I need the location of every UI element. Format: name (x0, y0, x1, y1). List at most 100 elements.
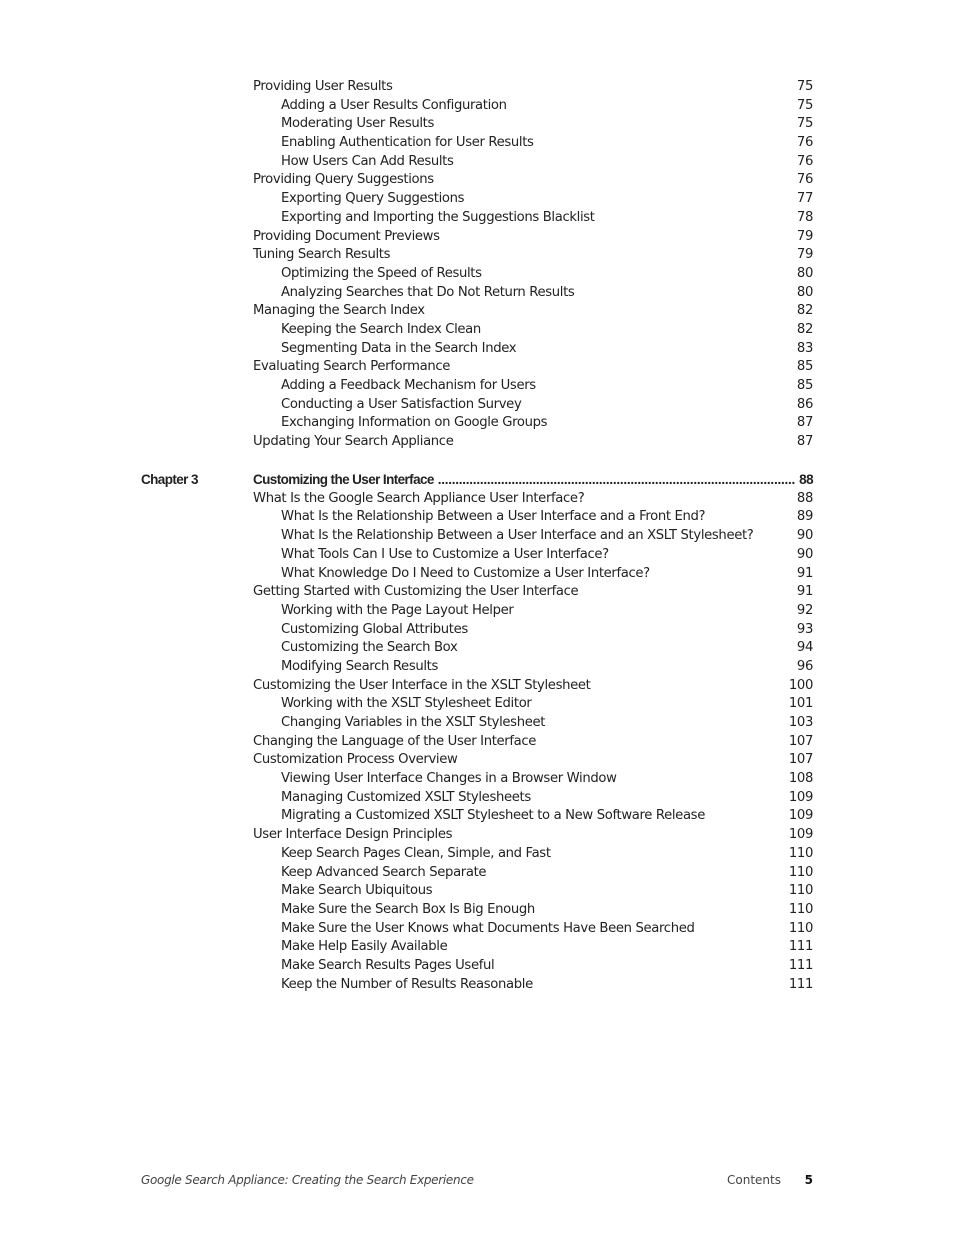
toc-entry-page[interactable]: 101 (789, 695, 813, 714)
toc-entry-page[interactable]: 103 (789, 714, 813, 733)
toc-entry-title[interactable]: Providing User Results (253, 78, 393, 97)
toc-entry[interactable]: Make Help Easily Available 111 (0, 938, 954, 957)
toc-entry-title[interactable]: Analyzing Searches that Do Not Return Re… (281, 284, 575, 303)
toc-entry-page[interactable]: 110 (789, 864, 813, 883)
toc-entry-title[interactable]: What Is the Relationship Between a User … (281, 527, 754, 546)
toc-entry-page[interactable]: 75 (797, 78, 813, 97)
toc-entry-page[interactable]: 110 (789, 920, 813, 939)
toc-entry-title[interactable]: Keep the Number of Results Reasonable (281, 976, 533, 995)
toc-entry-title[interactable]: Evaluating Search Performance (253, 358, 450, 377)
toc-entry[interactable]: Tuning Search Results 79 (0, 246, 954, 265)
toc-entry-page[interactable]: 85 (797, 358, 813, 377)
toc-entry-page[interactable]: 77 (797, 190, 813, 209)
toc-entry-title[interactable]: Exporting and Importing the Suggestions … (281, 209, 595, 228)
toc-entry-page[interactable]: 107 (789, 751, 813, 770)
toc-entry-page[interactable]: 75 (797, 115, 813, 134)
toc-entry[interactable]: Make Sure the Search Box Is Big Enough 11… (0, 901, 954, 920)
toc-entry[interactable]: Make Search Results Pages Useful 111 (0, 957, 954, 976)
toc-entry-page[interactable]: 80 (797, 265, 813, 284)
toc-entry-title[interactable]: Optimizing the Speed of Results (281, 265, 482, 284)
toc-entry-title[interactable]: Make Sure the User Knows what Documents … (281, 920, 695, 939)
toc-entry-page[interactable]: 79 (797, 246, 813, 265)
toc-entry-title[interactable]: What Tools Can I Use to Customize a User… (281, 546, 609, 565)
toc-entry-page[interactable]: 111 (789, 957, 813, 976)
toc-entry-page[interactable]: 108 (789, 770, 813, 789)
toc-entry-page[interactable]: 76 (797, 134, 813, 153)
toc-entry[interactable]: Moderating User Results 75 (0, 115, 954, 134)
toc-entry-page[interactable]: 94 (797, 639, 813, 658)
toc-entry[interactable]: Optimizing the Speed of Results 80 (0, 265, 954, 284)
toc-entry[interactable]: Exchanging Information on Google Groups 8… (0, 414, 954, 433)
toc-entry-page[interactable]: 111 (789, 976, 813, 995)
toc-entry[interactable]: What Knowledge Do I Need to Customize a … (0, 565, 954, 584)
chapter-heading[interactable]: Chapter 3 Customizing the User Interface… (0, 470, 954, 490)
toc-entry-title[interactable]: Conducting a User Satisfaction Survey (281, 396, 522, 415)
toc-entry[interactable]: Migrating a Customized XSLT Stylesheet t… (0, 807, 954, 826)
toc-entry[interactable]: Managing the Search Index 82 (0, 302, 954, 321)
toc-entry-title[interactable]: What Is the Relationship Between a User … (281, 508, 706, 527)
toc-entry-title[interactable]: Getting Started with Customizing the Use… (253, 583, 579, 602)
toc-entry-title[interactable]: Changing Variables in the XSLT Styleshee… (281, 714, 545, 733)
toc-entry[interactable]: Adding a Feedback Mechanism for Users 85 (0, 377, 954, 396)
toc-entry-title[interactable]: Changing the Language of the User Interf… (253, 733, 536, 752)
toc-entry-title[interactable]: Migrating a Customized XSLT Stylesheet t… (281, 807, 705, 826)
toc-entry[interactable]: Enabling Authentication for User Results… (0, 134, 954, 153)
toc-entry-page[interactable]: 107 (789, 733, 813, 752)
chapter-page[interactable]: 88 (799, 470, 813, 490)
toc-entry-page[interactable]: 109 (789, 789, 813, 808)
toc-entry[interactable]: What Tools Can I Use to Customize a User… (0, 546, 954, 565)
toc-entry[interactable]: Analyzing Searches that Do Not Return Re… (0, 284, 954, 303)
toc-entry-page[interactable]: 76 (797, 171, 813, 190)
toc-entry[interactable]: Keep the Number of Results Reasonable 111 (0, 976, 954, 995)
toc-entry[interactable]: Evaluating Search Performance 85 (0, 358, 954, 377)
toc-entry-page[interactable]: 87 (797, 433, 813, 452)
toc-entry-page[interactable]: 93 (797, 621, 813, 640)
toc-entry-title[interactable]: Modifying Search Results (281, 658, 438, 677)
toc-entry[interactable]: Getting Started with Customizing the Use… (0, 583, 954, 602)
toc-entry[interactable]: Providing Query Suggestions 76 (0, 171, 954, 190)
toc-entry-title[interactable]: User Interface Design Principles (253, 826, 452, 845)
toc-entry[interactable]: Conducting a User Satisfaction Survey 86 (0, 396, 954, 415)
toc-entry-page[interactable]: 91 (797, 565, 813, 584)
toc-entry[interactable]: Managing Customized XSLT Stylesheets 109 (0, 789, 954, 808)
toc-entry[interactable]: Customizing the User Interface in the XS… (0, 677, 954, 696)
toc-entry-page[interactable]: 78 (797, 209, 813, 228)
toc-entry-page[interactable]: 110 (789, 845, 813, 864)
toc-entry[interactable]: Keep Search Pages Clean, Simple, and Fas… (0, 845, 954, 864)
toc-entry-title[interactable]: Make Search Ubiquitous (281, 882, 433, 901)
toc-entry-page[interactable]: 87 (797, 414, 813, 433)
toc-entry-title[interactable]: Viewing User Interface Changes in a Brow… (281, 770, 617, 789)
toc-entry-title[interactable]: How Users Can Add Results (281, 153, 454, 172)
toc-entry[interactable]: What Is the Relationship Between a User … (0, 508, 954, 527)
toc-entry-page[interactable]: 100 (789, 677, 813, 696)
toc-entry-page[interactable]: 82 (797, 302, 813, 321)
toc-entry[interactable]: Working with the XSLT Stylesheet Editor 1… (0, 695, 954, 714)
toc-entry-title[interactable]: What Knowledge Do I Need to Customize a … (281, 565, 650, 584)
toc-entry-page[interactable]: 82 (797, 321, 813, 340)
toc-entry[interactable]: User Interface Design Principles 109 (0, 826, 954, 845)
toc-entry-page[interactable]: 86 (797, 396, 813, 415)
toc-entry-title[interactable]: Make Search Results Pages Useful (281, 957, 495, 976)
toc-entry[interactable]: What Is the Google Search Appliance User… (0, 490, 954, 509)
toc-entry[interactable]: Providing User Results 75 (0, 78, 954, 97)
toc-entry-title[interactable]: Managing Customized XSLT Stylesheets (281, 789, 531, 808)
toc-entry-title[interactable]: Working with the Page Layout Helper (281, 602, 514, 621)
toc-entry[interactable]: Customizing the Search Box 94 (0, 639, 954, 658)
toc-entry-title[interactable]: Providing Document Previews (253, 228, 440, 247)
toc-entry-page[interactable]: 110 (789, 882, 813, 901)
toc-entry[interactable]: Keeping the Search Index Clean 82 (0, 321, 954, 340)
toc-entry-page[interactable]: 109 (789, 826, 813, 845)
toc-entry[interactable]: Modifying Search Results 96 (0, 658, 954, 677)
toc-entry[interactable]: What Is the Relationship Between a User … (0, 527, 954, 546)
toc-entry-page[interactable]: 89 (797, 508, 813, 527)
toc-entry-title[interactable]: Make Help Easily Available (281, 938, 448, 957)
toc-entry-title[interactable]: Tuning Search Results (253, 246, 390, 265)
toc-entry-title[interactable]: Keep Search Pages Clean, Simple, and Fas… (281, 845, 551, 864)
toc-entry[interactable]: Changing Variables in the XSLT Styleshee… (0, 714, 954, 733)
toc-entry-title[interactable]: Adding a Feedback Mechanism for Users (281, 377, 536, 396)
toc-entry-title[interactable]: Exporting Query Suggestions (281, 190, 465, 209)
toc-entry[interactable]: Exporting Query Suggestions 77 (0, 190, 954, 209)
toc-entry-title[interactable]: What Is the Google Search Appliance User… (253, 490, 585, 509)
toc-entry-title[interactable]: Enabling Authentication for User Results (281, 134, 534, 153)
toc-entry-title[interactable]: Providing Query Suggestions (253, 171, 434, 190)
